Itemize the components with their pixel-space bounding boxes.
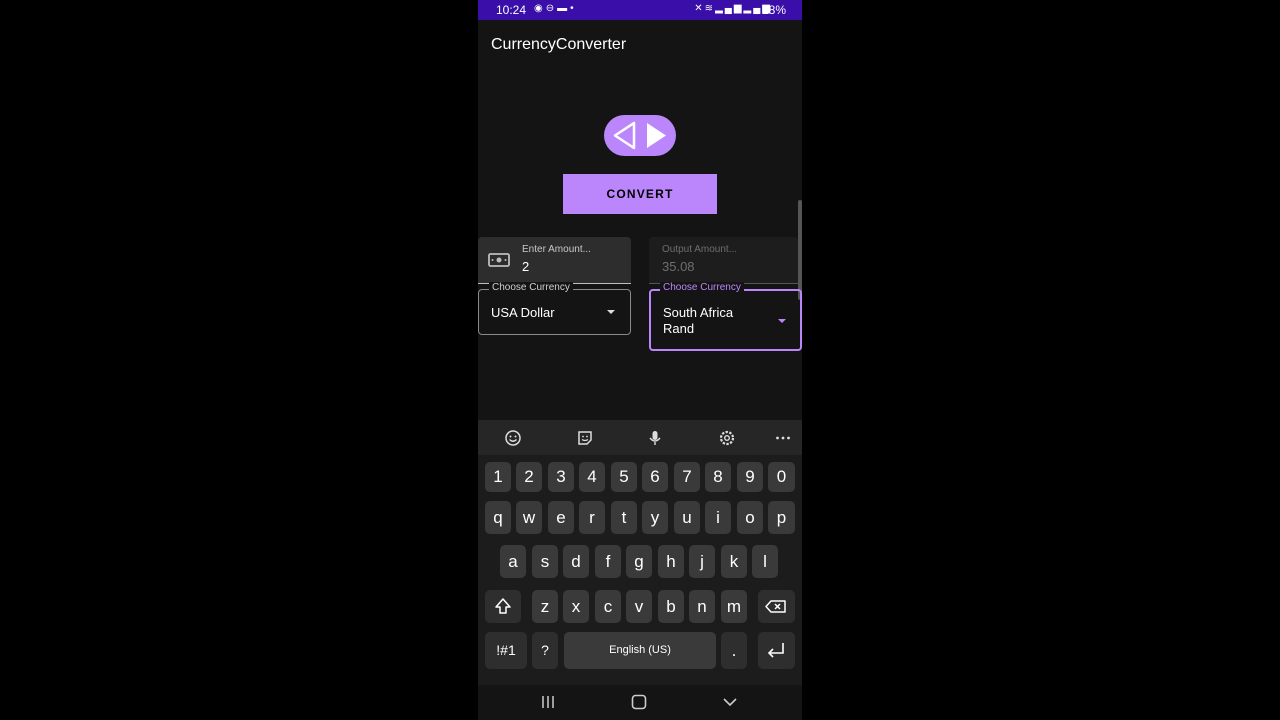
from-currency-label: Choose Currency bbox=[489, 282, 573, 293]
to-currency-label: Choose Currency bbox=[660, 282, 744, 293]
key-6[interactable]: 6 bbox=[642, 462, 668, 492]
swap-arrows-icon bbox=[613, 121, 666, 150]
question-key[interactable]: ? bbox=[532, 632, 558, 669]
app-title: CurrencyConverter bbox=[491, 36, 627, 53]
key-z[interactable]: z bbox=[532, 590, 558, 623]
key-a[interactable]: a bbox=[500, 545, 526, 578]
convert-button[interactable]: CONVERT bbox=[563, 174, 717, 214]
sticker-icon[interactable] bbox=[576, 429, 594, 447]
symbols-key[interactable]: !#1 bbox=[485, 632, 527, 669]
key-t[interactable]: t bbox=[611, 501, 637, 534]
key-1[interactable]: 1 bbox=[485, 462, 511, 492]
key-f[interactable]: f bbox=[595, 545, 621, 578]
status-notification-icons: ◉⊖▬• bbox=[534, 3, 577, 14]
status-system-icons: ✕≋▂▄▆▂▄▆ bbox=[694, 3, 772, 14]
key-o[interactable]: o bbox=[737, 501, 763, 534]
dnd-icon: ⊖ bbox=[545, 3, 558, 14]
microphone-icon[interactable] bbox=[646, 429, 664, 447]
key-n[interactable]: n bbox=[689, 590, 715, 623]
back-icon[interactable] bbox=[720, 692, 740, 712]
output-label: Output Amount... bbox=[662, 244, 738, 255]
key-0[interactable]: 0 bbox=[768, 462, 795, 492]
key-5[interactable]: 5 bbox=[611, 462, 637, 492]
shift-key[interactable] bbox=[485, 590, 521, 623]
key-w[interactable]: w bbox=[516, 501, 542, 534]
from-currency-dropdown[interactable]: Choose Currency USA Dollar bbox=[478, 282, 631, 335]
enter-icon bbox=[767, 643, 784, 658]
key-7[interactable]: 7 bbox=[674, 462, 700, 492]
key-e[interactable]: e bbox=[548, 501, 574, 534]
key-k[interactable]: k bbox=[721, 545, 747, 578]
scroll-indicator[interactable] bbox=[798, 200, 802, 300]
to-currency-value: South Africa Rand bbox=[663, 305, 734, 336]
key-b[interactable]: b bbox=[658, 590, 684, 623]
dot-icon: • bbox=[570, 3, 577, 14]
money-icon bbox=[488, 253, 510, 267]
key-u[interactable]: u bbox=[674, 501, 700, 534]
key-9[interactable]: 9 bbox=[737, 462, 763, 492]
key-v[interactable]: v bbox=[626, 590, 652, 623]
key-8[interactable]: 8 bbox=[705, 462, 731, 492]
recents-icon[interactable] bbox=[538, 692, 558, 712]
swap-currencies-button[interactable] bbox=[604, 115, 676, 156]
mute-icon: ✕ bbox=[694, 3, 705, 14]
key-m[interactable]: m bbox=[721, 590, 747, 623]
emoji-icon[interactable] bbox=[504, 429, 522, 447]
from-currency-value: USA Dollar bbox=[491, 305, 555, 320]
key-3[interactable]: 3 bbox=[548, 462, 574, 492]
settings-icon[interactable] bbox=[718, 429, 736, 447]
key-2[interactable]: 2 bbox=[516, 462, 542, 492]
home-icon[interactable] bbox=[629, 692, 649, 712]
soft-keyboard: 1 2 3 4 5 6 7 8 9 0 q w e r t y u i o p … bbox=[478, 420, 802, 685]
wifi-icon: ≋ bbox=[704, 3, 716, 14]
key-p[interactable]: p bbox=[768, 501, 795, 534]
key-4[interactable]: 4 bbox=[579, 462, 605, 492]
caret-down-icon bbox=[607, 310, 615, 314]
amount-input[interactable]: Enter Amount... 2 bbox=[478, 237, 631, 284]
status-time: 10:24 bbox=[496, 3, 527, 17]
backspace-icon bbox=[765, 600, 786, 613]
battery-level: 28% bbox=[761, 3, 786, 17]
key-j[interactable]: j bbox=[689, 545, 715, 578]
output-value: 35.08 bbox=[662, 259, 695, 274]
key-g[interactable]: g bbox=[626, 545, 652, 578]
phone-screen: 10:24 ◉⊖▬• ✕≋▂▄▆▂▄▆ 28% CurrencyConverte… bbox=[478, 0, 802, 720]
signal-icon: ▂▄▆ bbox=[715, 3, 744, 14]
key-d[interactable]: d bbox=[563, 545, 589, 578]
notification-icon: ◉ bbox=[534, 3, 546, 14]
amount-value: 2 bbox=[522, 259, 530, 274]
caret-down-icon bbox=[778, 319, 786, 323]
key-y[interactable]: y bbox=[642, 501, 668, 534]
amount-label: Enter Amount... bbox=[522, 244, 591, 255]
status-bar: 10:24 ◉⊖▬• ✕≋▂▄▆▂▄▆ 28% bbox=[478, 0, 802, 20]
output-amount-field: Output Amount... 35.08 bbox=[649, 237, 798, 284]
key-c[interactable]: c bbox=[595, 590, 621, 623]
key-x[interactable]: x bbox=[563, 590, 589, 623]
key-h[interactable]: h bbox=[658, 545, 684, 578]
key-s[interactable]: s bbox=[532, 545, 558, 578]
key-i[interactable]: i bbox=[705, 501, 731, 534]
key-q[interactable]: q bbox=[485, 501, 511, 534]
space-key[interactable]: English (US) bbox=[564, 632, 716, 669]
navigation-bar bbox=[478, 685, 802, 720]
key-r[interactable]: r bbox=[579, 501, 605, 534]
backspace-key[interactable] bbox=[758, 590, 795, 623]
keyboard-toolbar bbox=[478, 420, 802, 455]
shift-icon bbox=[495, 598, 511, 614]
enter-key[interactable] bbox=[758, 632, 795, 669]
key-l[interactable]: l bbox=[752, 545, 778, 578]
more-icon[interactable] bbox=[774, 429, 792, 447]
period-key[interactable]: . bbox=[721, 632, 747, 669]
folder-icon: ▬ bbox=[557, 3, 571, 14]
to-currency-dropdown[interactable]: Choose Currency South Africa Rand bbox=[649, 282, 802, 351]
